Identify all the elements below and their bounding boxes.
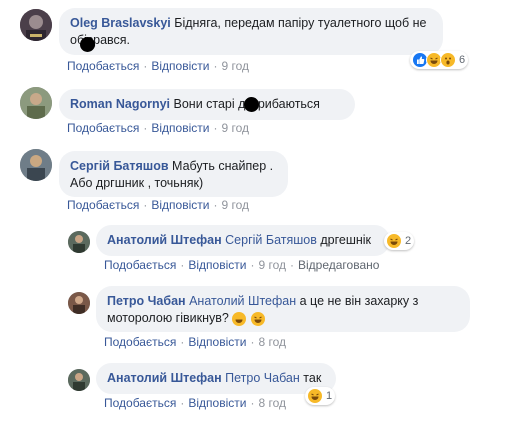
mention-link[interactable]: Анатолий Штефан	[189, 294, 296, 308]
comment-actions: Подобається · Відповісти · 8 год	[104, 396, 286, 410]
separator: ·	[143, 59, 148, 73]
timestamp[interactable]: 8 год	[258, 396, 286, 410]
separator: ·	[250, 335, 255, 349]
separator: ·	[143, 198, 148, 212]
reply-link[interactable]: Відповісти	[151, 121, 209, 135]
comment-bubble: Анатолий Штефан Петро Чабан так	[96, 363, 336, 394]
separator: ·	[290, 258, 294, 272]
avatar-image	[68, 369, 90, 391]
comment-text: а це не він захарку з	[299, 294, 419, 308]
reaction-summary[interactable]: 6	[410, 51, 469, 69]
avatar[interactable]	[20, 9, 52, 41]
like-link[interactable]: Подобається	[104, 258, 176, 272]
like-link[interactable]: Подобається	[67, 198, 139, 212]
comment-author[interactable]: Сергій Батяшов	[70, 159, 169, 173]
separator: ·	[250, 258, 255, 272]
comment-author[interactable]: Анатолий Штефан	[107, 371, 222, 385]
redaction-mark	[80, 37, 95, 52]
timestamp[interactable]: 9 год	[258, 258, 286, 272]
avatar[interactable]	[20, 149, 52, 181]
reaction-count: 6	[459, 54, 466, 66]
mention-link[interactable]: Сергій Батяшов	[225, 233, 317, 247]
avatar[interactable]	[68, 369, 90, 391]
separator: ·	[180, 396, 185, 410]
reply-link[interactable]: Відповісти	[151, 198, 209, 212]
comment-text-line2: Або дргшник , точьняк)	[70, 176, 204, 190]
comment-actions: Подобається · Відповісти · 9 год	[67, 59, 249, 73]
reply-link[interactable]: Відповісти	[188, 258, 246, 272]
rofl-emoji-icon	[232, 311, 247, 326]
avatar[interactable]	[20, 87, 52, 119]
timestamp[interactable]: 9 год	[221, 121, 249, 135]
separator: ·	[213, 198, 218, 212]
comment-text-line2: обісрався.	[70, 33, 131, 47]
timestamp[interactable]: 8 год	[258, 335, 286, 349]
timestamp[interactable]: 9 год	[221, 59, 249, 73]
haha-icon	[386, 233, 402, 249]
mention-link[interactable]: Петро Чабан	[225, 371, 300, 385]
separator: ·	[250, 396, 255, 410]
comment-actions: Подобається · Відповісти · 8 год	[104, 335, 286, 349]
reply-anatoliy-2: Анатолий Штефан Петро Чабан так 1 Подоба…	[0, 0, 505, 410]
redaction-mark	[244, 97, 259, 112]
comment-bubble: Петро Чабан Анатолий Штефан а це не він …	[96, 286, 470, 332]
comment-author[interactable]: Петро Чабан	[107, 294, 186, 308]
avatar[interactable]	[68, 231, 90, 253]
comment-actions: Подобається · Відповісти · 9 год · Відредагова…	[104, 258, 379, 272]
comment-text: Бідняга, передам папіру туалетного щоб н…	[174, 16, 427, 30]
reaction-count: 1	[326, 390, 333, 402]
like-link[interactable]: Подобається	[67, 59, 139, 73]
comment-author[interactable]: Oleg Braslavskyi	[70, 16, 171, 30]
avatar-image	[68, 292, 90, 314]
timestamp[interactable]: 9 год	[221, 198, 249, 212]
reply-link[interactable]: Відповісти	[188, 396, 246, 410]
comment-text: так	[303, 371, 322, 385]
comment-text: Мабуть снайпер .	[172, 159, 274, 173]
avatar-image	[20, 87, 52, 119]
comment-author[interactable]: Roman Nagornyi	[70, 97, 170, 111]
separator: ·	[180, 335, 185, 349]
laughing-emoji-icon	[250, 311, 265, 326]
reply-link[interactable]: Відповісти	[151, 59, 209, 73]
comment-text: дргешнік	[320, 233, 372, 247]
comment-bubble: Анатолий Штефан Сергій Батяшов дргешнік	[96, 225, 390, 256]
like-link[interactable]: Подобається	[67, 121, 139, 135]
reply-link[interactable]: Відповісти	[188, 335, 246, 349]
separator: ·	[213, 121, 218, 135]
comment-oleg: Oleg Braslavskyi Бідняга, передам папіру…	[0, 0, 505, 80]
comment-bubble: Roman Nagornyi Вони старі дотрибаються	[59, 89, 355, 120]
comment-bubble: Oleg Braslavskyi Бідняга, передам папіру…	[59, 8, 443, 55]
comment-bubble: Сергій Батяшов Мабуть снайпер . Або дргш…	[59, 151, 288, 197]
haha-icon	[307, 388, 323, 404]
avatar-image	[68, 231, 90, 253]
comment-actions: Подобається · Відповісти · 9 год	[67, 198, 249, 212]
wow-icon	[440, 52, 456, 68]
reaction-count: 2	[405, 235, 412, 247]
comment-author[interactable]: Анатолий Штефан	[107, 233, 222, 247]
separator: ·	[213, 59, 218, 73]
separator: ·	[180, 258, 185, 272]
avatar-image	[20, 149, 52, 181]
like-link[interactable]: Подобається	[104, 396, 176, 410]
reaction-summary[interactable]: 1	[305, 387, 336, 405]
avatar-image	[20, 9, 52, 41]
like-link[interactable]: Подобається	[104, 335, 176, 349]
separator: ·	[143, 121, 148, 135]
reaction-summary[interactable]: 2	[384, 232, 415, 250]
avatar[interactable]	[68, 292, 90, 314]
edited-label[interactable]: Відредаговано	[298, 258, 379, 272]
comment-text-line2: моторолою гівикнув?	[107, 311, 229, 325]
comment-actions: Подобається · Відповісти · 9 год	[67, 121, 249, 135]
